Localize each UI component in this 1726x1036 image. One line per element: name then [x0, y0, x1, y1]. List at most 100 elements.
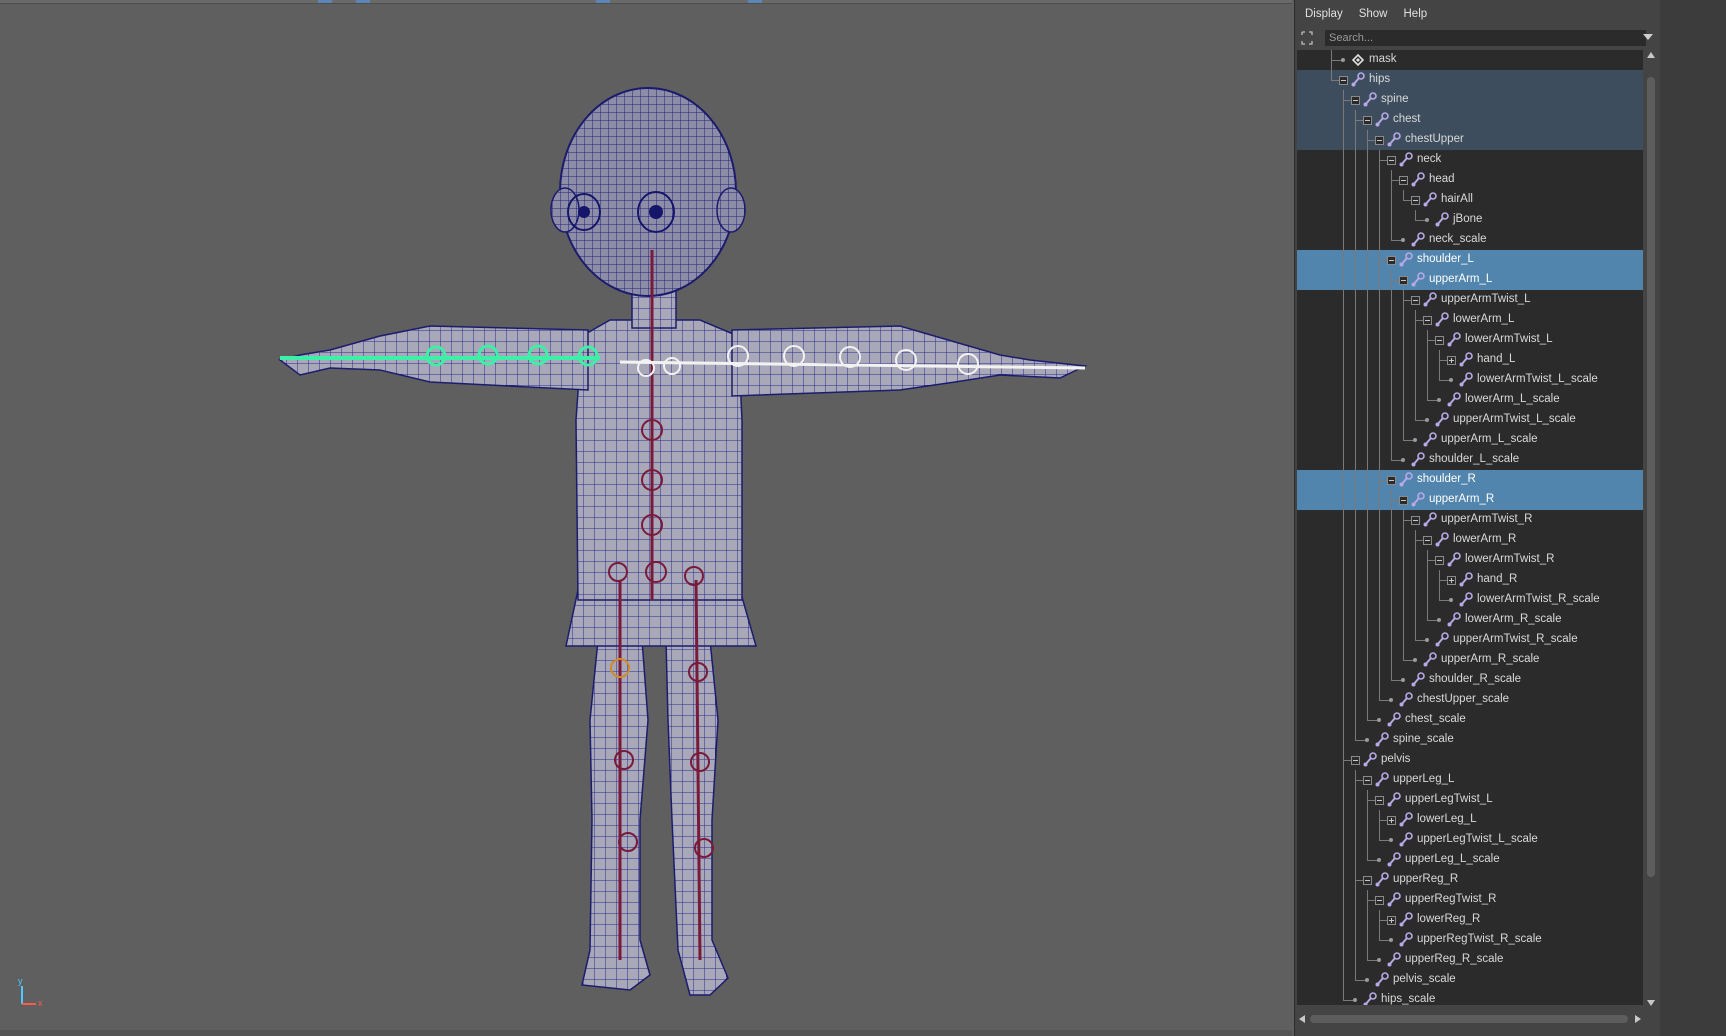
filter-toggle-icon[interactable] [1299, 30, 1315, 46]
collapse-icon[interactable] [1387, 256, 1396, 265]
outliner-row-mask[interactable]: mask [1297, 50, 1643, 70]
expand-icon[interactable] [1387, 816, 1396, 825]
scroll-right-icon[interactable] [1635, 1015, 1641, 1023]
outliner-row-upperArm_R[interactable]: upperArm_R [1297, 490, 1643, 510]
collapse-icon[interactable] [1387, 156, 1396, 165]
outliner-row-hairAll[interactable]: hairAll [1297, 190, 1643, 210]
outliner-row-chestUpper[interactable]: chestUpper [1297, 130, 1643, 150]
outliner-row-hand_L[interactable]: hand_L [1297, 350, 1643, 370]
outliner-row-lowerArm_R_scale[interactable]: lowerArm_R_scale [1297, 610, 1643, 630]
scroll-up-icon[interactable] [1647, 52, 1655, 58]
joint-icon [1386, 852, 1402, 868]
collapse-icon[interactable] [1375, 796, 1384, 805]
outliner-row-lowerLeg_L[interactable]: lowerLeg_L [1297, 810, 1643, 830]
outliner-row-shoulder_R[interactable]: shoulder_R [1297, 470, 1643, 490]
outliner-row-shoulder_R_scale[interactable]: shoulder_R_scale [1297, 670, 1643, 690]
collapse-icon[interactable] [1375, 896, 1384, 905]
scroll-down-icon[interactable] [1647, 1000, 1655, 1006]
collapse-icon[interactable] [1363, 876, 1372, 885]
collapse-icon[interactable] [1423, 316, 1432, 325]
outliner-row-upperArmTwist_R_scale[interactable]: upperArmTwist_R_scale [1297, 630, 1643, 650]
outliner-row-chest[interactable]: chest [1297, 110, 1643, 130]
outliner-row-upperLeg_L_scale[interactable]: upperLeg_L_scale [1297, 850, 1643, 870]
outliner-row-hand_R[interactable]: hand_R [1297, 570, 1643, 590]
collapse-icon[interactable] [1411, 296, 1420, 305]
outliner-row-shoulder_L_scale[interactable]: shoulder_L_scale [1297, 450, 1643, 470]
collapse-icon[interactable] [1351, 756, 1360, 765]
scroll-thumb[interactable] [1647, 77, 1655, 877]
outliner-row-upperArmTwist_R[interactable]: upperArmTwist_R [1297, 510, 1643, 530]
outliner-row-upperReg_R[interactable]: upperReg_R [1297, 870, 1643, 890]
outliner-row-chest_scale[interactable]: chest_scale [1297, 710, 1643, 730]
scene-canvas[interactable]: y x [0, 0, 1292, 1036]
menu-help[interactable]: Help [1404, 8, 1428, 20]
outliner-row-lowerArmTwist_R_scale[interactable]: lowerArmTwist_R_scale [1297, 590, 1643, 610]
collapse-icon[interactable] [1411, 516, 1420, 525]
outliner-row-spine[interactable]: spine [1297, 90, 1643, 110]
collapse-icon[interactable] [1399, 496, 1408, 505]
collapse-icon[interactable] [1399, 276, 1408, 285]
outliner-row-jBone[interactable]: jBone [1297, 210, 1643, 230]
collapse-icon[interactable] [1351, 96, 1360, 105]
outliner-panel[interactable]: Display Show Help mask hips spine chest ches… [1294, 0, 1661, 1036]
tree-guide-line [1391, 550, 1392, 570]
outliner-row-pelvis_scale[interactable]: pelvis_scale [1297, 970, 1643, 990]
collapse-icon[interactable] [1375, 136, 1384, 145]
outliner-row-head[interactable]: head [1297, 170, 1643, 190]
outliner-row-lowerArm_L[interactable]: lowerArm_L [1297, 310, 1643, 330]
outliner-tree[interactable]: mask hips spine chest chestUpper neck head hair… [1297, 50, 1643, 1005]
outliner-row-lowerArmTwist_L[interactable]: lowerArmTwist_L [1297, 330, 1643, 350]
collapse-icon[interactable] [1411, 196, 1420, 205]
3d-viewport[interactable]: y x [0, 0, 1292, 1036]
outliner-row-chestUpper_scale[interactable]: chestUpper_scale [1297, 690, 1643, 710]
horizontal-scrollbar[interactable] [1297, 1012, 1643, 1026]
outliner-row-hips_scale[interactable]: hips_scale [1297, 990, 1643, 1005]
outliner-row-lowerArmTwist_L_scale[interactable]: lowerArmTwist_L_scale [1297, 370, 1643, 390]
tree-guide-line [1403, 630, 1404, 650]
outliner-row-lowerArm_R[interactable]: lowerArm_R [1297, 530, 1643, 550]
search-dropdown-icon[interactable] [1643, 34, 1653, 40]
outliner-row-upperLegTwist_L_scale[interactable]: upperLegTwist_L_scale [1297, 830, 1643, 850]
outliner-row-upperRegTwist_R[interactable]: upperRegTwist_R [1297, 890, 1643, 910]
outliner-row-upperRegTwist_R_scale[interactable]: upperRegTwist_R_scale [1297, 930, 1643, 950]
collapse-icon[interactable] [1339, 76, 1348, 85]
outliner-row-shoulder_L[interactable]: shoulder_L [1297, 250, 1643, 270]
outliner-row-lowerReg_R[interactable]: lowerReg_R [1297, 910, 1643, 930]
character-mesh[interactable] [278, 87, 1088, 996]
outliner-row-neck[interactable]: neck [1297, 150, 1643, 170]
vertical-scrollbar[interactable] [1645, 50, 1657, 1008]
expand-icon[interactable] [1447, 576, 1456, 585]
search-input[interactable] [1325, 30, 1646, 46]
menu-display[interactable]: Display [1305, 8, 1343, 20]
tree-guide-line [1343, 770, 1344, 790]
ear-right-mesh [716, 187, 746, 233]
scroll-left-icon[interactable] [1299, 1015, 1305, 1023]
outliner-row-upperArm_L[interactable]: upperArm_L [1297, 270, 1643, 290]
outliner-row-pelvis[interactable]: pelvis [1297, 750, 1643, 770]
collapse-icon[interactable] [1387, 476, 1396, 485]
collapse-icon[interactable] [1435, 556, 1444, 565]
collapse-icon[interactable] [1363, 116, 1372, 125]
outliner-row-upperReg_R_scale[interactable]: upperReg_R_scale [1297, 950, 1643, 970]
outliner-row-upperLeg_L[interactable]: upperLeg_L [1297, 770, 1643, 790]
expand-icon[interactable] [1447, 356, 1456, 365]
expand-icon[interactable] [1387, 916, 1396, 925]
collapse-icon[interactable] [1423, 536, 1432, 545]
tree-guide-line [1355, 430, 1356, 450]
tree-guide-line [1367, 470, 1368, 490]
collapse-icon[interactable] [1399, 176, 1408, 185]
collapse-icon[interactable] [1363, 776, 1372, 785]
outliner-row-hips[interactable]: hips [1297, 70, 1643, 90]
outliner-row-lowerArmTwist_R[interactable]: lowerArmTwist_R [1297, 550, 1643, 570]
outliner-row-neck_scale[interactable]: neck_scale [1297, 230, 1643, 250]
outliner-row-upperArm_R_scale[interactable]: upperArm_R_scale [1297, 650, 1643, 670]
collapse-icon[interactable] [1435, 336, 1444, 345]
menu-show[interactable]: Show [1359, 8, 1388, 20]
hscroll-thumb[interactable] [1310, 1015, 1628, 1023]
outliner-row-upperLegTwist_L[interactable]: upperLegTwist_L [1297, 790, 1643, 810]
outliner-row-spine_scale[interactable]: spine_scale [1297, 730, 1643, 750]
outliner-row-upperArm_L_scale[interactable]: upperArm_L_scale [1297, 430, 1643, 450]
outliner-row-upperArmTwist_L_scale[interactable]: upperArmTwist_L_scale [1297, 410, 1643, 430]
outliner-row-upperArmTwist_L[interactable]: upperArmTwist_L [1297, 290, 1643, 310]
outliner-row-lowerArm_L_scale[interactable]: lowerArm_L_scale [1297, 390, 1643, 410]
